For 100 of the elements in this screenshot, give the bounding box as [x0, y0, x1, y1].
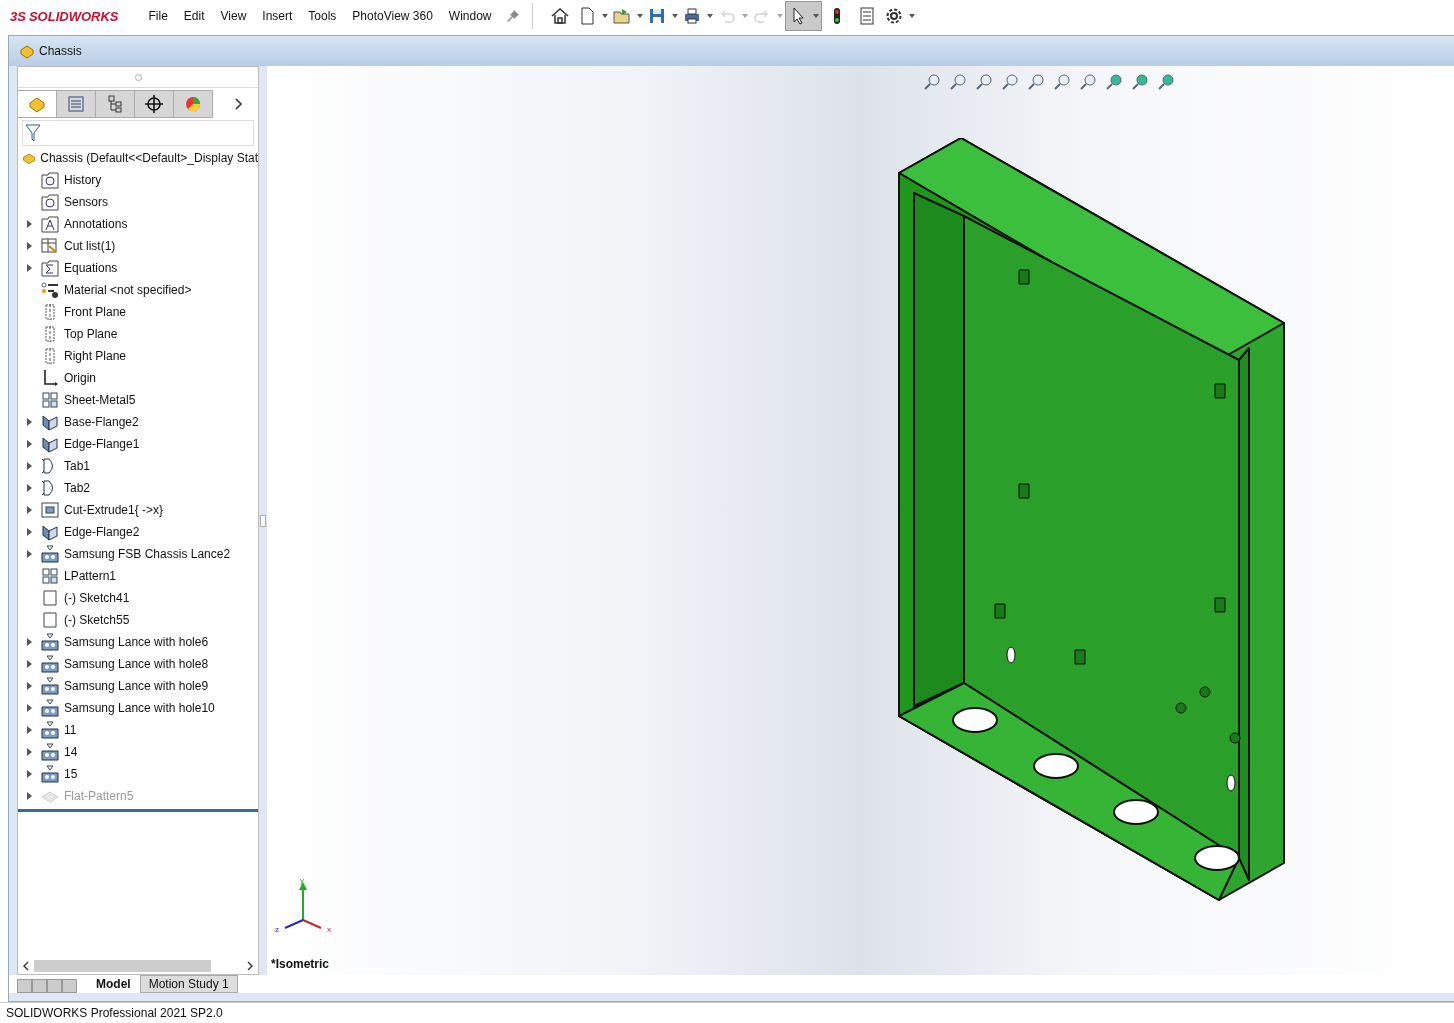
tree-item[interactable]: Sensors	[64, 195, 109, 209]
property-tab-icon	[66, 94, 86, 114]
lance-feature-icon	[40, 655, 60, 673]
expand-arrow-icon[interactable]	[26, 770, 32, 778]
lance-feature-icon	[40, 721, 60, 739]
tree-item[interactable]: 14	[64, 745, 78, 759]
tree-item[interactable]: 15	[64, 767, 78, 781]
expand-arrow-icon[interactable]	[26, 682, 32, 690]
sensors-feature-icon	[40, 193, 60, 211]
lance-feature-icon	[40, 765, 60, 783]
dropdown-caret-icon	[741, 14, 748, 18]
flange-feature-icon	[40, 413, 60, 431]
feature-manager-tab[interactable]	[18, 90, 57, 118]
tree-item[interactable]: Tab1	[64, 459, 91, 473]
app-logo[interactable]: 3S SOLIDWORKS	[10, 8, 119, 24]
dim-tab-icon	[144, 94, 164, 114]
scroll-right-icon[interactable]	[246, 961, 254, 971]
chevron-right-icon[interactable]	[235, 98, 243, 110]
expand-arrow-icon[interactable]	[26, 726, 32, 734]
document-title: Chassis	[39, 44, 82, 58]
tree-item[interactable]: Cut list(1)	[64, 239, 116, 253]
menu-item[interactable]: View	[212, 9, 255, 23]
tree-item[interactable]: Samsung Lance with hole8	[64, 657, 209, 671]
expand-arrow-icon[interactable]	[26, 528, 32, 536]
lance-feature-icon	[40, 545, 60, 563]
material-feature-icon	[40, 281, 60, 299]
tree-item[interactable]: Cut-Extrude1{ ->x}	[64, 503, 164, 517]
tree-item[interactable]: Edge-Flange1	[64, 437, 140, 451]
scroll-left-icon[interactable]	[22, 961, 30, 971]
lance-feature-icon	[40, 699, 60, 717]
expand-arrow-icon[interactable]	[26, 792, 32, 800]
menu-item[interactable]: Insert	[254, 9, 301, 23]
expand-arrow-icon[interactable]	[26, 748, 32, 756]
tree-item[interactable]: 11	[64, 723, 77, 737]
tree-item[interactable]: Origin	[64, 371, 96, 385]
tree-item[interactable]: Annotations	[64, 217, 128, 231]
dropdown-caret-icon	[636, 14, 643, 18]
expand-arrow-icon[interactable]	[26, 550, 32, 558]
axis-label: x	[327, 925, 331, 934]
dropdown-caret-icon	[706, 14, 713, 18]
tree-root-item[interactable]: Chassis (Default<<Default>_Display Stat	[40, 151, 258, 165]
bottom-tab[interactable]: Motion Study 1	[139, 975, 238, 993]
sketch-feature-icon	[40, 589, 60, 607]
pattern-feature-icon	[40, 567, 60, 585]
menu-item[interactable]: Edit	[175, 9, 213, 23]
dropdown-caret-icon	[601, 14, 608, 18]
tree-item[interactable]: Top Plane	[64, 327, 118, 341]
expand-arrow-icon[interactable]	[26, 484, 32, 492]
dropdown-caret-icon	[812, 14, 819, 18]
menu-item[interactable]: PhotoView 360	[344, 9, 441, 23]
axis-label: y	[300, 878, 304, 885]
tree-item[interactable]: Equations	[64, 261, 118, 275]
scrollbar-thumb[interactable]	[34, 960, 211, 972]
equations-feature-icon	[40, 259, 60, 277]
expand-arrow-icon[interactable]	[26, 242, 32, 250]
flange-feature-icon	[40, 435, 60, 453]
expand-arrow-icon[interactable]	[26, 462, 32, 470]
tree-item[interactable]: Tab2	[64, 481, 91, 495]
flange-feature-icon	[40, 523, 60, 541]
tree-item[interactable]: Material <not specified>	[64, 283, 192, 297]
tree-item[interactable]: Samsung Lance with hole10	[64, 701, 215, 715]
select-tool[interactable]	[784, 1, 822, 31]
lance-feature-icon	[40, 743, 60, 761]
tree-item[interactable]: Front Plane	[64, 305, 127, 319]
tree-item[interactable]: Samsung Lance with hole6	[64, 635, 209, 649]
view-name-label: *Isometric	[271, 957, 330, 971]
expand-arrow-icon[interactable]	[26, 506, 32, 514]
tree-item[interactable]: (-) Sketch41	[64, 591, 130, 605]
dim-manager-tab[interactable]	[135, 90, 174, 118]
tree-item[interactable]: (-) Sketch55	[64, 613, 130, 627]
expand-arrow-icon[interactable]	[26, 704, 32, 712]
expand-arrow-icon[interactable]	[26, 638, 32, 646]
expand-arrow-icon[interactable]	[26, 264, 32, 272]
cutlist-feature-icon	[40, 237, 60, 255]
tree-item[interactable]: Samsung Lance with hole9	[64, 679, 209, 693]
tree-item[interactable]: Edge-Flange2	[64, 525, 140, 539]
axis-label: z	[275, 925, 279, 934]
dropdown-caret-icon	[671, 14, 678, 18]
menu-item[interactable]: Tools	[300, 9, 345, 23]
tree-item[interactable]: Samsung FSB Chassis Lance2	[64, 547, 231, 561]
config-tab-icon	[105, 94, 125, 114]
annotations-feature-icon	[40, 215, 60, 233]
splitter-handle-icon[interactable]	[260, 514, 266, 527]
expand-arrow-icon[interactable]	[26, 660, 32, 668]
tree-item[interactable]: Base-Flange2	[64, 415, 139, 429]
expand-arrow-icon[interactable]	[26, 220, 32, 228]
dropdown-caret-icon	[776, 14, 783, 18]
menu-item[interactable]: Window	[440, 9, 500, 23]
expand-arrow-icon[interactable]	[26, 418, 32, 426]
pin-icon[interactable]	[505, 9, 520, 23]
menu-item[interactable]: File	[140, 9, 176, 23]
filter-icon	[25, 124, 41, 142]
tree-item[interactable]: History	[64, 173, 102, 187]
tree-item[interactable]: LPattern1	[64, 569, 117, 583]
tree-item[interactable]: Sheet-Metal5	[64, 393, 136, 407]
filter-field[interactable]	[22, 120, 254, 146]
expand-arrow-icon[interactable]	[26, 440, 32, 448]
part-icon	[19, 43, 35, 59]
home-icon	[549, 6, 570, 26]
tree-item[interactable]: Right Plane	[64, 349, 127, 363]
